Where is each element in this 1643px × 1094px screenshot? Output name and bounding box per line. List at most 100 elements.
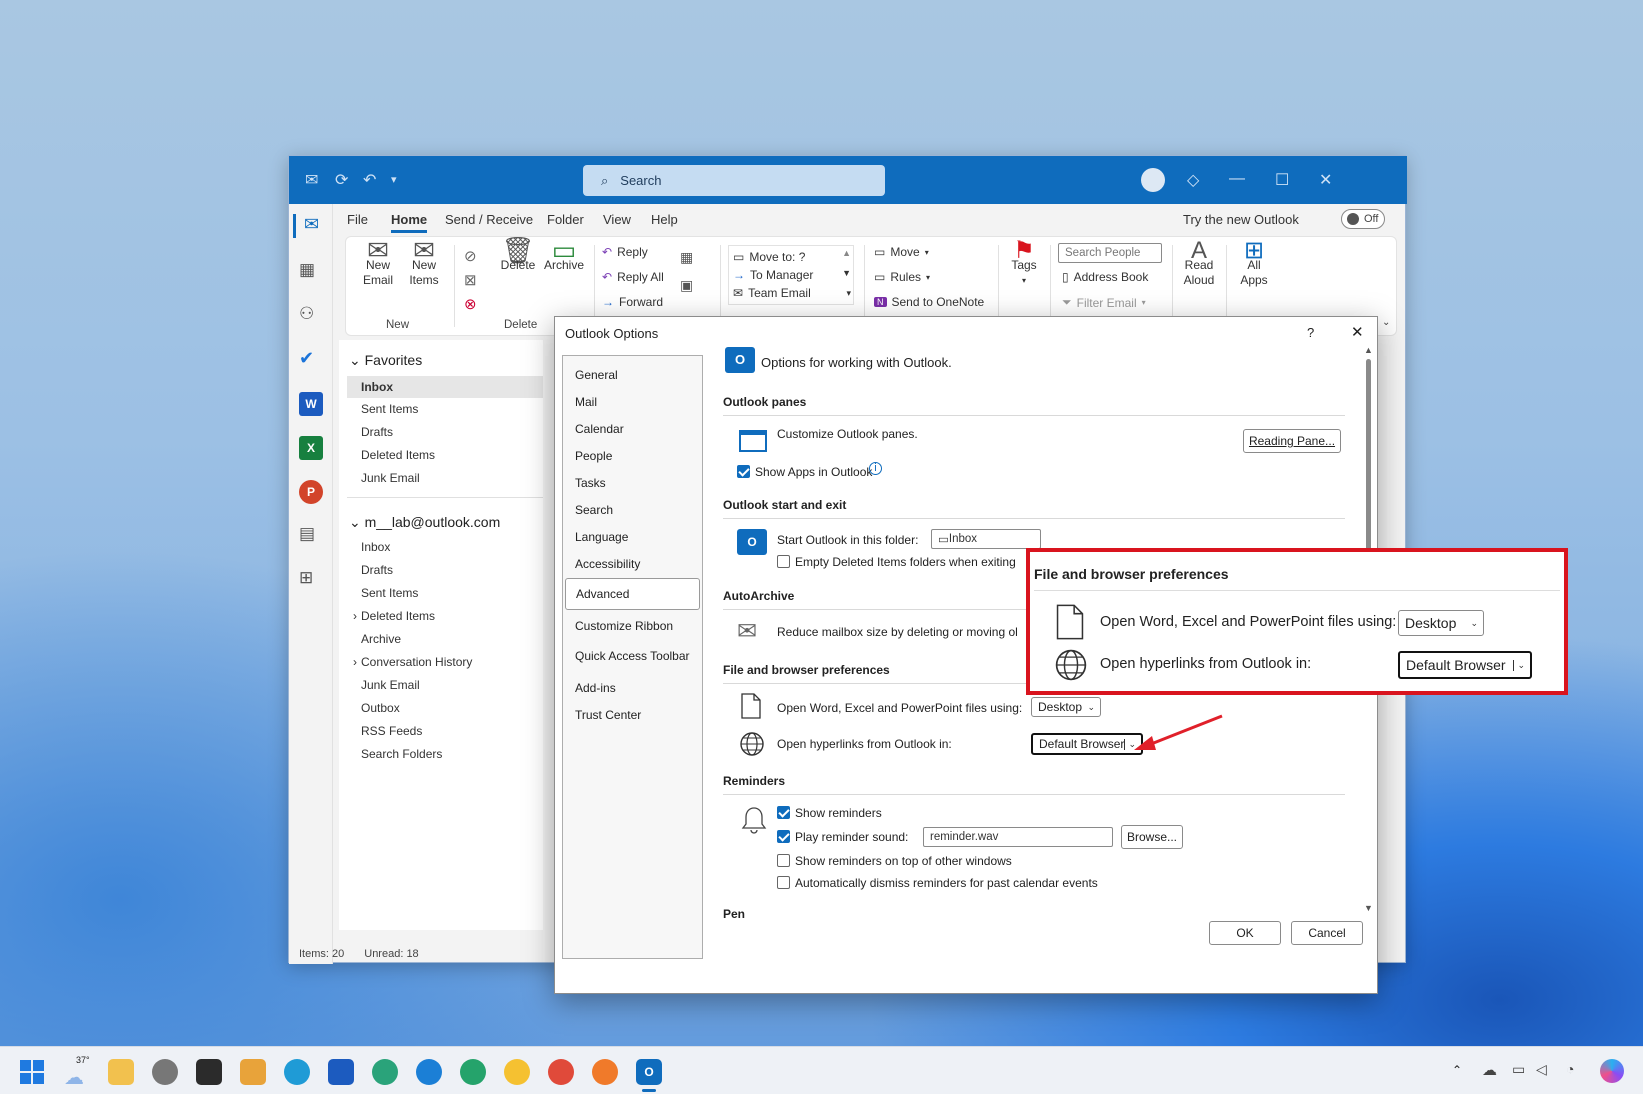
network-icon[interactable]: ▭ [1512, 1061, 1525, 1078]
auto-dismiss-checkbox[interactable] [777, 876, 790, 889]
weather-widget[interactable]: ☁ 37° [64, 1055, 94, 1089]
qat-dropdown-icon[interactable]: ▾ [391, 173, 397, 186]
volume-icon[interactable]: ◁ [1536, 1061, 1547, 1078]
calendar-icon[interactable]: ▦ [299, 260, 323, 284]
callout-open-files-select[interactable]: Desktop ⌄ [1398, 610, 1484, 636]
on-top-checkbox[interactable] [777, 854, 790, 867]
menu-file[interactable]: File [347, 212, 368, 227]
folder-item[interactable]: Junk Email [361, 471, 420, 485]
gallery-down-icon[interactable]: ▼ [842, 268, 851, 278]
maximize-icon[interactable]: ☐ [1275, 170, 1289, 190]
menu-folder[interactable]: Folder [547, 212, 584, 227]
tray-chevron-up-icon[interactable]: ⌃ [1452, 1063, 1462, 1077]
send-to-onenote-button[interactable]: N Send to OneNote [874, 295, 984, 309]
premium-diamond-icon[interactable]: ◇ [1187, 170, 1199, 190]
folder-item[interactable]: › Deleted Items [353, 609, 435, 623]
avatar[interactable] [1141, 168, 1165, 192]
store-icon[interactable] [328, 1059, 354, 1085]
nav-people[interactable]: People [575, 449, 612, 463]
nav-tasks[interactable]: Tasks [575, 476, 606, 490]
open-files-select[interactable]: Desktop ⌄ [1031, 697, 1101, 717]
folder-item[interactable]: Inbox [347, 376, 543, 398]
outlook-taskbar-icon[interactable]: O [636, 1059, 662, 1085]
nav-accessibility[interactable]: Accessibility [575, 557, 640, 571]
quick-step-to-manager[interactable]: → To Manager [733, 268, 813, 282]
menu-view[interactable]: View [603, 212, 631, 227]
more-respond-icon[interactable]: ▣ [680, 277, 693, 294]
menu-home[interactable]: Home [391, 212, 428, 233]
menu-send-receive[interactable]: Send / Receive [445, 212, 533, 227]
nav-mail[interactable]: Mail [575, 395, 597, 409]
reading-pane-button[interactable]: Reading Pane... [1243, 429, 1341, 453]
nav-customize-ribbon[interactable]: Customize Ribbon [575, 619, 673, 633]
scroll-down-icon[interactable]: ▼ [1364, 903, 1373, 913]
windows-start-icon[interactable] [20, 1060, 44, 1084]
quick-step-team-email[interactable]: ✉ Team Email [733, 286, 811, 300]
nav-general[interactable]: General [575, 368, 618, 382]
cleanup-icon[interactable]: ⊠ [464, 271, 477, 289]
sync-icon[interactable]: ⟳ [335, 170, 348, 190]
powerpoint-icon[interactable]: P [299, 480, 323, 504]
more-apps-icon[interactable]: ⊞ [299, 568, 323, 592]
nav-search[interactable]: Search [575, 503, 613, 517]
nav-advanced[interactable]: Advanced [565, 578, 700, 610]
account-header[interactable]: ⌄ m__lab@outlook.com [349, 514, 500, 531]
show-apps-checkbox[interactable] [737, 465, 750, 478]
rules-button[interactable]: ▭ Rules ▾ [874, 270, 930, 284]
folder-item[interactable]: › Conversation History [353, 655, 472, 669]
folder-item[interactable]: Archive [361, 632, 401, 646]
tags-button[interactable]: ⚑ Tags ▾ [1006, 239, 1042, 288]
folder-item[interactable]: Deleted Items [361, 448, 435, 462]
chrome-icon[interactable] [548, 1059, 574, 1085]
folder-item[interactable]: Outbox [361, 701, 400, 715]
dialog-close-icon[interactable]: ✕ [1351, 323, 1364, 341]
people-icon[interactable]: ⚇ [299, 304, 323, 328]
terminal-icon[interactable] [196, 1059, 222, 1085]
read-aloud-button[interactable]: A Read Aloud [1178, 239, 1220, 288]
nav-trust-center[interactable]: Trust Center [575, 708, 641, 722]
forward-button[interactable]: → Forward [602, 295, 663, 309]
quick-step-move-to[interactable]: ▭ Move to: ? [733, 250, 805, 264]
close-icon[interactable]: ✕ [1319, 170, 1332, 190]
mail-icon[interactable]: ✉ [293, 214, 329, 238]
cancel-button[interactable]: Cancel [1291, 921, 1363, 945]
ok-button[interactable]: OK [1209, 921, 1281, 945]
all-apps-button[interactable]: ⊞ All Apps [1234, 239, 1274, 288]
tasks-clipboard-icon[interactable]: ▤ [299, 524, 323, 548]
empty-deleted-checkbox[interactable] [777, 555, 790, 568]
undo-icon[interactable]: ↶ [363, 170, 376, 190]
folder-item[interactable]: Sent Items [361, 586, 418, 600]
folder-item[interactable]: Junk Email [361, 678, 420, 692]
ignore-icon[interactable]: ⊘ [464, 247, 477, 265]
show-reminders-checkbox[interactable] [777, 806, 790, 819]
folder-item[interactable]: Sent Items [361, 402, 418, 416]
archive-button[interactable]: ▭ Archive [542, 237, 586, 273]
folder-item[interactable]: RSS Feeds [361, 724, 422, 738]
menu-help[interactable]: Help [651, 212, 678, 227]
favorites-header[interactable]: ⌄ Favorites [349, 352, 422, 369]
reply-button[interactable]: ↶ Reply [602, 245, 648, 259]
folder-item[interactable]: Drafts [361, 563, 393, 577]
filter-email-button[interactable]: ⏷ Filter Email ▾ [1062, 295, 1146, 310]
edge-dev-icon[interactable] [460, 1059, 486, 1085]
callout-open-links-select[interactable]: Default Browser ⌄ [1398, 651, 1532, 679]
info-icon[interactable]: i [869, 462, 882, 475]
file-explorer-icon[interactable] [108, 1059, 134, 1085]
ribbon-collapse-icon[interactable]: ⌄ [1382, 317, 1390, 328]
junk-icon[interactable]: ⊗ [464, 295, 477, 313]
search-people-input[interactable]: Search People [1058, 243, 1162, 263]
move-button[interactable]: ▭ Move ▾ [874, 245, 929, 259]
new-outlook-toggle[interactable]: Off [1341, 209, 1385, 229]
chrome-canary-icon[interactable] [504, 1059, 530, 1085]
gallery-up-icon[interactable]: ▲ [842, 248, 851, 258]
new-email-button[interactable]: ✉ New Email [356, 237, 400, 288]
open-links-select[interactable]: Default Browser ⌄ [1031, 733, 1143, 755]
start-folder-input[interactable]: ▭ Inbox [931, 529, 1041, 549]
firefox-icon[interactable] [592, 1059, 618, 1085]
copilot-icon[interactable] [1600, 1059, 1624, 1083]
notepad-icon[interactable] [240, 1059, 266, 1085]
search-input[interactable]: ⌕ Search [583, 165, 885, 196]
edge-beta-icon[interactable] [416, 1059, 442, 1085]
edge-icon[interactable] [284, 1059, 310, 1085]
todo-check-icon[interactable]: ✔ [299, 348, 323, 372]
